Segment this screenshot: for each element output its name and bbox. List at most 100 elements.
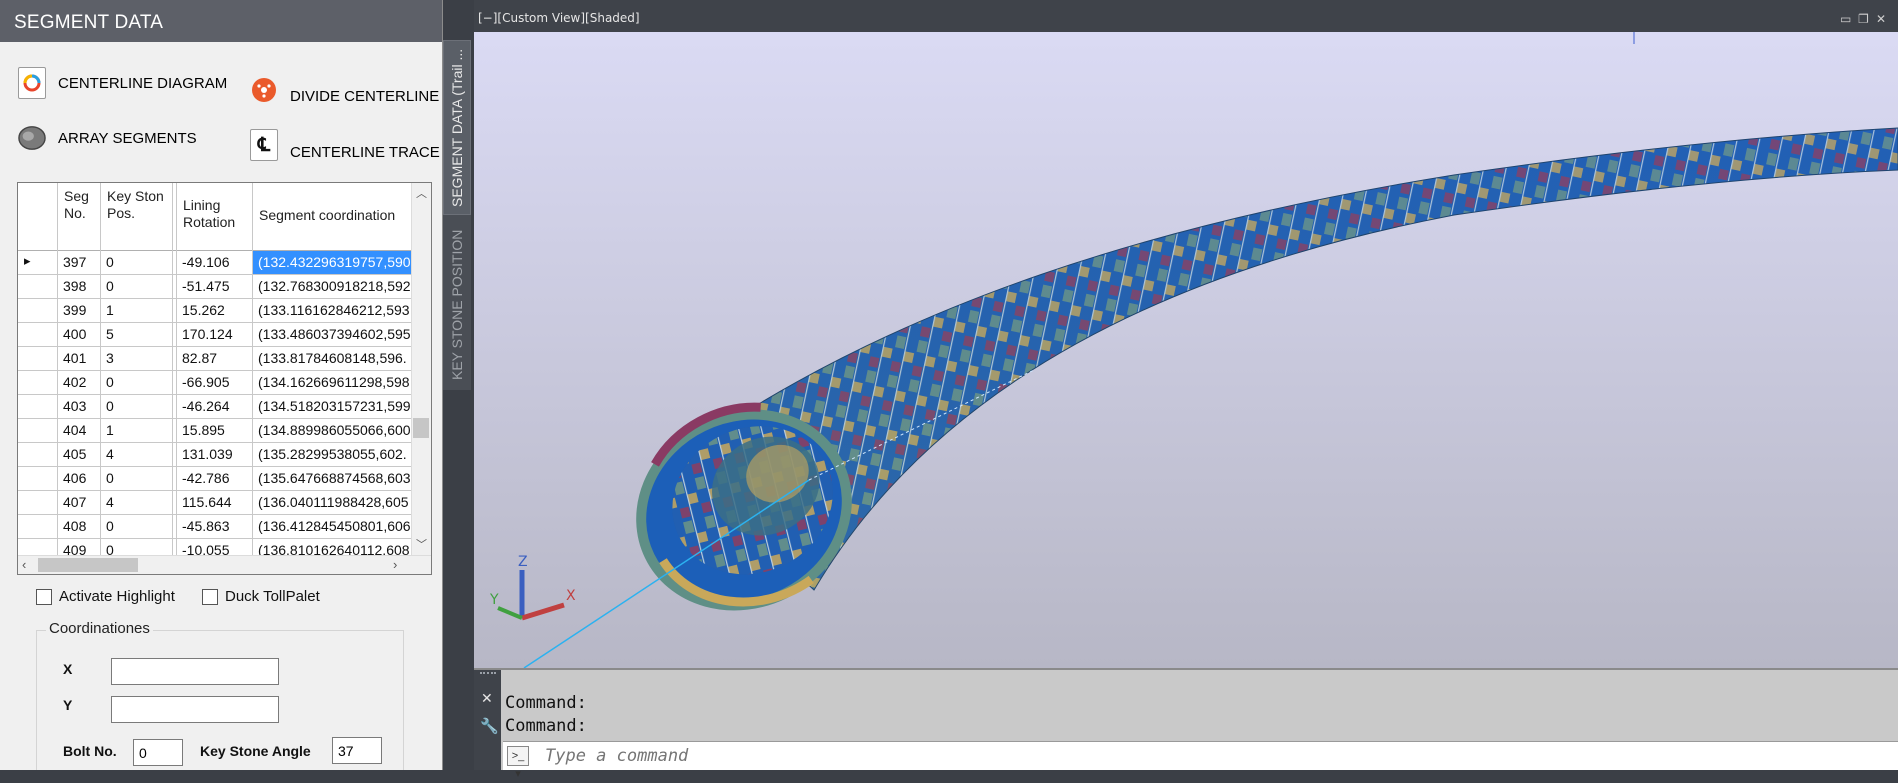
seg-no-cell[interactable]: 406 [58, 467, 101, 491]
segment-coordination-cell[interactable]: (135.28299538055,602. [253, 443, 413, 467]
duck-toolpalet-checkbox[interactable]: Duck TollPalet [202, 588, 320, 605]
segment-coordination-cell[interactable]: (135.647668874568,603 [253, 467, 413, 491]
segment-coordination-cell[interactable]: (134.518203157231,599 [253, 395, 413, 419]
lining-rotation-cell[interactable]: 15.895 [177, 419, 253, 443]
scroll-left-icon[interactable]: ‹ [22, 557, 26, 572]
viewport-controls-label[interactable]: [−][Custom View][Shaded] [478, 11, 640, 25]
seg-no-cell[interactable]: 407 [58, 491, 101, 515]
key-ston-pos-cell[interactable]: 0 [101, 467, 173, 491]
key-ston-pos-cell[interactable]: 3 [101, 347, 173, 371]
column-header-segment-coordination[interactable]: Segment coordination [253, 183, 413, 251]
close-viewport-icon[interactable]: ✕ [1876, 12, 1886, 26]
close-command-icon[interactable]: ✕ [481, 690, 493, 707]
row-header[interactable] [18, 347, 58, 371]
seg-no-cell[interactable]: 408 [58, 515, 101, 539]
table-row[interactable]: 404 1 15.895 (134.889986055066,600 [18, 419, 413, 443]
seg-no-cell[interactable]: 402 [58, 371, 101, 395]
seg-no-cell[interactable]: 404 [58, 419, 101, 443]
seg-no-cell[interactable]: 401 [58, 347, 101, 371]
table-row[interactable]: 407 4 115.644 (136.040111988428,605 [18, 491, 413, 515]
segment-coordination-cell[interactable]: (132.432296319757,590 [253, 251, 413, 275]
table-row[interactable]: 402 0 -66.905 (134.162669611298,598 [18, 371, 413, 395]
tab-key-stone-position[interactable]: KEY STONE POSITION [443, 220, 471, 390]
key-ston-pos-cell[interactable]: 0 [101, 251, 173, 275]
row-header[interactable] [18, 395, 58, 419]
lining-rotation-cell[interactable]: -42.786 [177, 467, 253, 491]
seg-no-cell[interactable]: 399 [58, 299, 101, 323]
scroll-right-icon[interactable]: › [393, 557, 397, 572]
row-header[interactable] [18, 419, 58, 443]
lining-rotation-cell[interactable]: -51.475 [177, 275, 253, 299]
row-header[interactable] [18, 515, 58, 539]
key-ston-pos-cell[interactable]: 4 [101, 443, 173, 467]
table-row[interactable]: 403 0 -46.264 (134.518203157231,599 [18, 395, 413, 419]
segment-coordination-cell[interactable]: (136.412845450801,606 [253, 515, 413, 539]
table-row[interactable]: 406 0 -42.786 (135.647668874568,603 [18, 467, 413, 491]
seg-no-cell[interactable]: 400 [58, 323, 101, 347]
lining-rotation-cell[interactable]: -45.863 [177, 515, 253, 539]
array-segments-button[interactable]: ARRAY SEGMENTS [18, 122, 197, 154]
seg-no-cell[interactable]: 397 [58, 251, 101, 275]
vertical-scroll-thumb[interactable] [413, 418, 429, 438]
row-header[interactable] [18, 491, 58, 515]
bolt-no-input[interactable] [133, 739, 183, 766]
x-input[interactable] [111, 658, 279, 685]
key-ston-pos-cell[interactable]: 1 [101, 419, 173, 443]
row-header[interactable] [18, 443, 58, 467]
checkbox-box[interactable] [202, 588, 218, 605]
row-header[interactable] [18, 371, 58, 395]
segment-coordination-cell[interactable]: (133.486037394602,595 [253, 323, 413, 347]
lining-rotation-cell[interactable]: -46.264 [177, 395, 253, 419]
table-row[interactable]: 408 0 -45.863 (136.412845450801,606 [18, 515, 413, 539]
lining-rotation-cell[interactable]: 15.262 [177, 299, 253, 323]
centerline-diagram-button[interactable]: CENTERLINE DIAGRAM [18, 67, 227, 99]
key-ston-pos-cell[interactable]: 0 [101, 275, 173, 299]
lining-rotation-cell[interactable]: 170.124 [177, 323, 253, 347]
segment-coordination-cell[interactable]: (136.040111988428,605 [253, 491, 413, 515]
column-header-lining-rotation[interactable]: Lining Rotation [177, 183, 253, 251]
activate-highlight-checkbox[interactable]: Activate Highlight [36, 588, 175, 605]
y-input[interactable] [111, 696, 279, 723]
lining-rotation-cell[interactable]: 82.87 [177, 347, 253, 371]
command-input[interactable] [545, 745, 1845, 767]
segment-coordination-cell[interactable]: (134.889986055066,600 [253, 419, 413, 443]
table-row[interactable]: 399 1 15.262 (133.116162846212,593 [18, 299, 413, 323]
key-stone-angle-input[interactable] [332, 737, 382, 764]
row-header[interactable] [18, 275, 58, 299]
column-header-key-ston-pos[interactable]: Key Ston Pos. [101, 183, 173, 251]
minimize-icon[interactable]: ▭ [1840, 12, 1851, 26]
seg-no-cell[interactable]: 398 [58, 275, 101, 299]
row-header[interactable] [18, 299, 58, 323]
segment-data-grid[interactable]: Seg No. Key Ston Pos. Lining Rotation Se… [17, 182, 432, 575]
lining-rotation-cell[interactable]: 131.039 [177, 443, 253, 467]
segment-coordination-cell[interactable]: (132.768300918218,592 [253, 275, 413, 299]
model-viewport[interactable]: Z X Y [474, 0, 1898, 668]
column-header-seg-no[interactable]: Seg No. [58, 183, 101, 251]
lining-rotation-cell[interactable]: -66.905 [177, 371, 253, 395]
centerline-trace-button[interactable]: ℄ CENTERLINE TRACE [250, 128, 440, 161]
table-row[interactable]: 400 5 170.124 (133.486037394602,595 [18, 323, 413, 347]
horizontal-scroll-thumb[interactable] [38, 558, 138, 572]
scroll-up-icon[interactable]: ︿ [416, 185, 427, 201]
customize-wrench-icon[interactable]: 🔧 [480, 717, 499, 735]
segment-coordination-cell[interactable]: (134.162669611298,598 [253, 371, 413, 395]
grip-icon[interactable] [480, 672, 496, 678]
key-ston-pos-cell[interactable]: 4 [101, 491, 173, 515]
seg-no-cell[interactable]: 405 [58, 443, 101, 467]
key-ston-pos-cell[interactable]: 0 [101, 515, 173, 539]
horizontal-scrollbar[interactable]: ‹ › [18, 555, 431, 574]
key-ston-pos-cell[interactable]: 5 [101, 323, 173, 347]
key-ston-pos-cell[interactable]: 0 [101, 395, 173, 419]
segment-coordination-cell[interactable]: (133.81784608148,596. [253, 347, 413, 371]
row-header[interactable]: ▸ [18, 251, 58, 275]
segment-coordination-cell[interactable]: (133.116162846212,593 [253, 299, 413, 323]
checkbox-box[interactable] [36, 588, 52, 605]
table-row[interactable]: 401 3 82.87 (133.81784608148,596. [18, 347, 413, 371]
vertical-scrollbar[interactable]: ︿ ﹀ [411, 183, 431, 557]
command-input-bar[interactable]: >_ ▾ [503, 741, 1898, 780]
row-header[interactable] [18, 467, 58, 491]
row-header[interactable] [18, 323, 58, 347]
key-ston-pos-cell[interactable]: 1 [101, 299, 173, 323]
scroll-down-icon[interactable]: ﹀ [416, 536, 427, 552]
seg-no-cell[interactable]: 403 [58, 395, 101, 419]
